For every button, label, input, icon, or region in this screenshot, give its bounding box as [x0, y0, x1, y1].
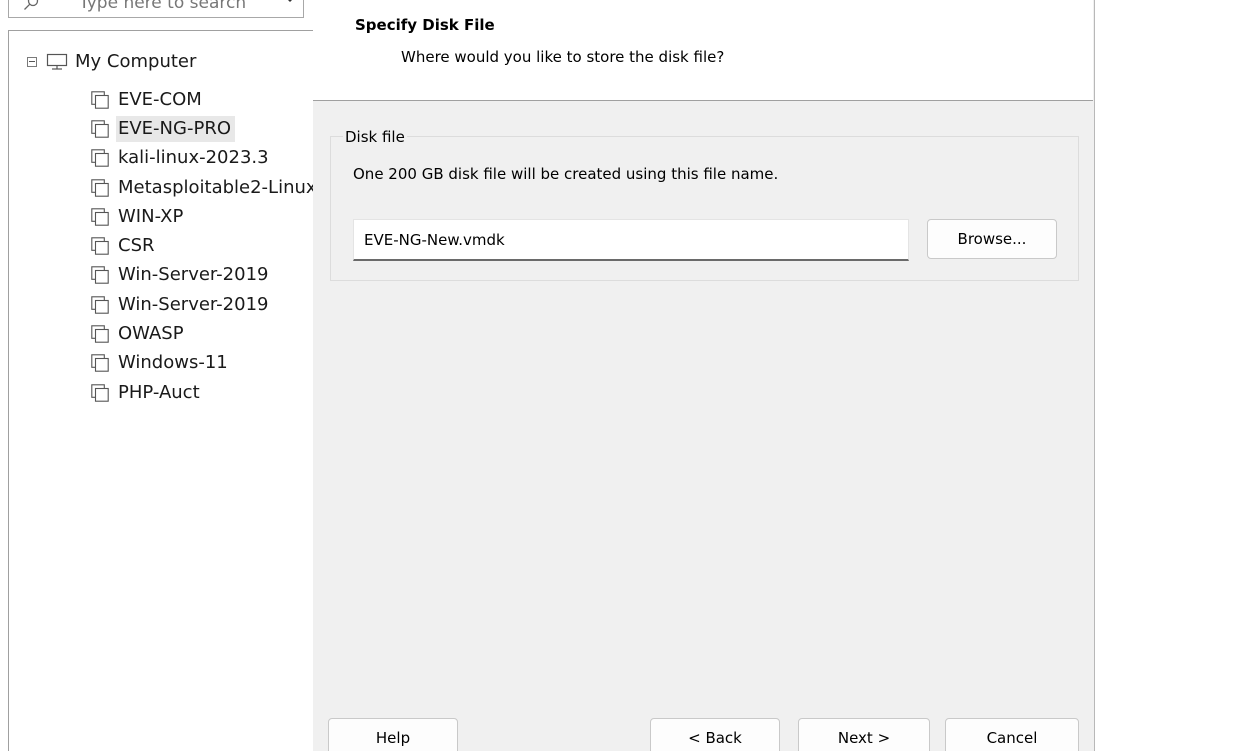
- virtual-machine-icon: [91, 120, 109, 138]
- vm-label: CSR: [118, 235, 155, 257]
- chevron-down-icon[interactable]: [285, 0, 295, 5]
- vm-label: Metasploitable2-Linux: [118, 176, 313, 198]
- browse-button[interactable]: Browse...: [927, 219, 1057, 259]
- virtual-machine-icon: [91, 90, 109, 109]
- tree-item-vm[interactable]: OWASP: [91, 319, 313, 348]
- vm-label: PHP-Auct: [118, 381, 200, 403]
- disk-file-description: One 200 GB disk file will be created usi…: [353, 165, 779, 183]
- wizard-header: Specify Disk File Where would you like t…: [313, 0, 1093, 101]
- tree-item-vm[interactable]: PHP-Auct: [91, 378, 313, 407]
- tree-item-vm[interactable]: EVE-NG-PRO: [91, 114, 313, 143]
- wizard-subtitle: Where would you like to store the disk f…: [401, 48, 725, 66]
- disk-file-group: Disk file One 200 GB disk file will be c…: [330, 128, 1079, 281]
- app-window: Type here to search My Computer EVE-COM E…: [0, 0, 1253, 751]
- back-button[interactable]: < Back: [650, 718, 780, 751]
- library-panel: Type here to search My Computer EVE-COM E…: [0, 0, 314, 751]
- tree-item-vm[interactable]: Metasploitable2-Linux: [91, 173, 313, 202]
- virtual-machine-icon: [91, 295, 109, 314]
- tree-item-vm[interactable]: Windows-11: [91, 349, 313, 378]
- tree-item-vm[interactable]: CSR: [91, 231, 313, 260]
- vm-label: WIN-XP: [118, 205, 184, 227]
- next-button[interactable]: Next >: [798, 718, 930, 751]
- virtual-machine-icon: [91, 178, 109, 197]
- tree-item-vm[interactable]: EVE-COM: [91, 85, 313, 114]
- virtual-machine-icon: [91, 325, 109, 343]
- collapse-icon[interactable]: [27, 57, 37, 67]
- virtual-machine-icon: [91, 266, 109, 285]
- library-search-box[interactable]: Type here to search: [8, 0, 304, 18]
- vm-tree: My Computer EVE-COM EVE-NG-PRO kali-linux-…: [8, 30, 313, 751]
- help-button[interactable]: Help: [328, 718, 458, 751]
- wizard-title: Specify Disk File: [355, 16, 495, 34]
- tree-node-my-computer[interactable]: My Computer: [27, 49, 196, 75]
- vm-label: Win-Server-2019: [118, 293, 269, 315]
- vm-label: Win-Server-2019: [118, 264, 269, 286]
- vm-label: EVE-COM: [118, 88, 202, 110]
- virtual-machine-icon: [91, 354, 109, 373]
- tree-item-vm[interactable]: Win-Server-2019: [91, 290, 313, 319]
- tree-item-vm[interactable]: kali-linux-2023.3: [91, 144, 313, 173]
- search-icon: [24, 0, 39, 10]
- tree-root-label: My Computer: [75, 51, 197, 72]
- virtual-machine-icon: [91, 383, 109, 402]
- virtual-machine-icon: [91, 237, 109, 255]
- cancel-button[interactable]: Cancel: [945, 718, 1079, 751]
- disk-file-group-label: Disk file: [343, 128, 407, 146]
- disk-file-name-input[interactable]: [353, 219, 909, 261]
- tree-item-vm[interactable]: WIN-XP: [91, 202, 313, 231]
- search-input[interactable]: Type here to search: [79, 0, 246, 13]
- computer-icon: [46, 53, 68, 70]
- new-vm-wizard-dialog: Specify Disk File Where would you like t…: [313, 0, 1095, 751]
- virtual-machine-icon: [91, 149, 109, 167]
- vm-label: OWASP: [118, 323, 184, 345]
- tree-item-vm[interactable]: Win-Server-2019: [91, 261, 313, 290]
- vm-list: EVE-COM EVE-NG-PRO kali-linux-2023.3 Metasp…: [91, 85, 313, 407]
- vm-label: Windows-11: [118, 352, 228, 374]
- virtual-machine-icon: [91, 208, 109, 226]
- vm-label: EVE-NG-PRO: [116, 115, 235, 142]
- vm-label: kali-linux-2023.3: [118, 147, 269, 169]
